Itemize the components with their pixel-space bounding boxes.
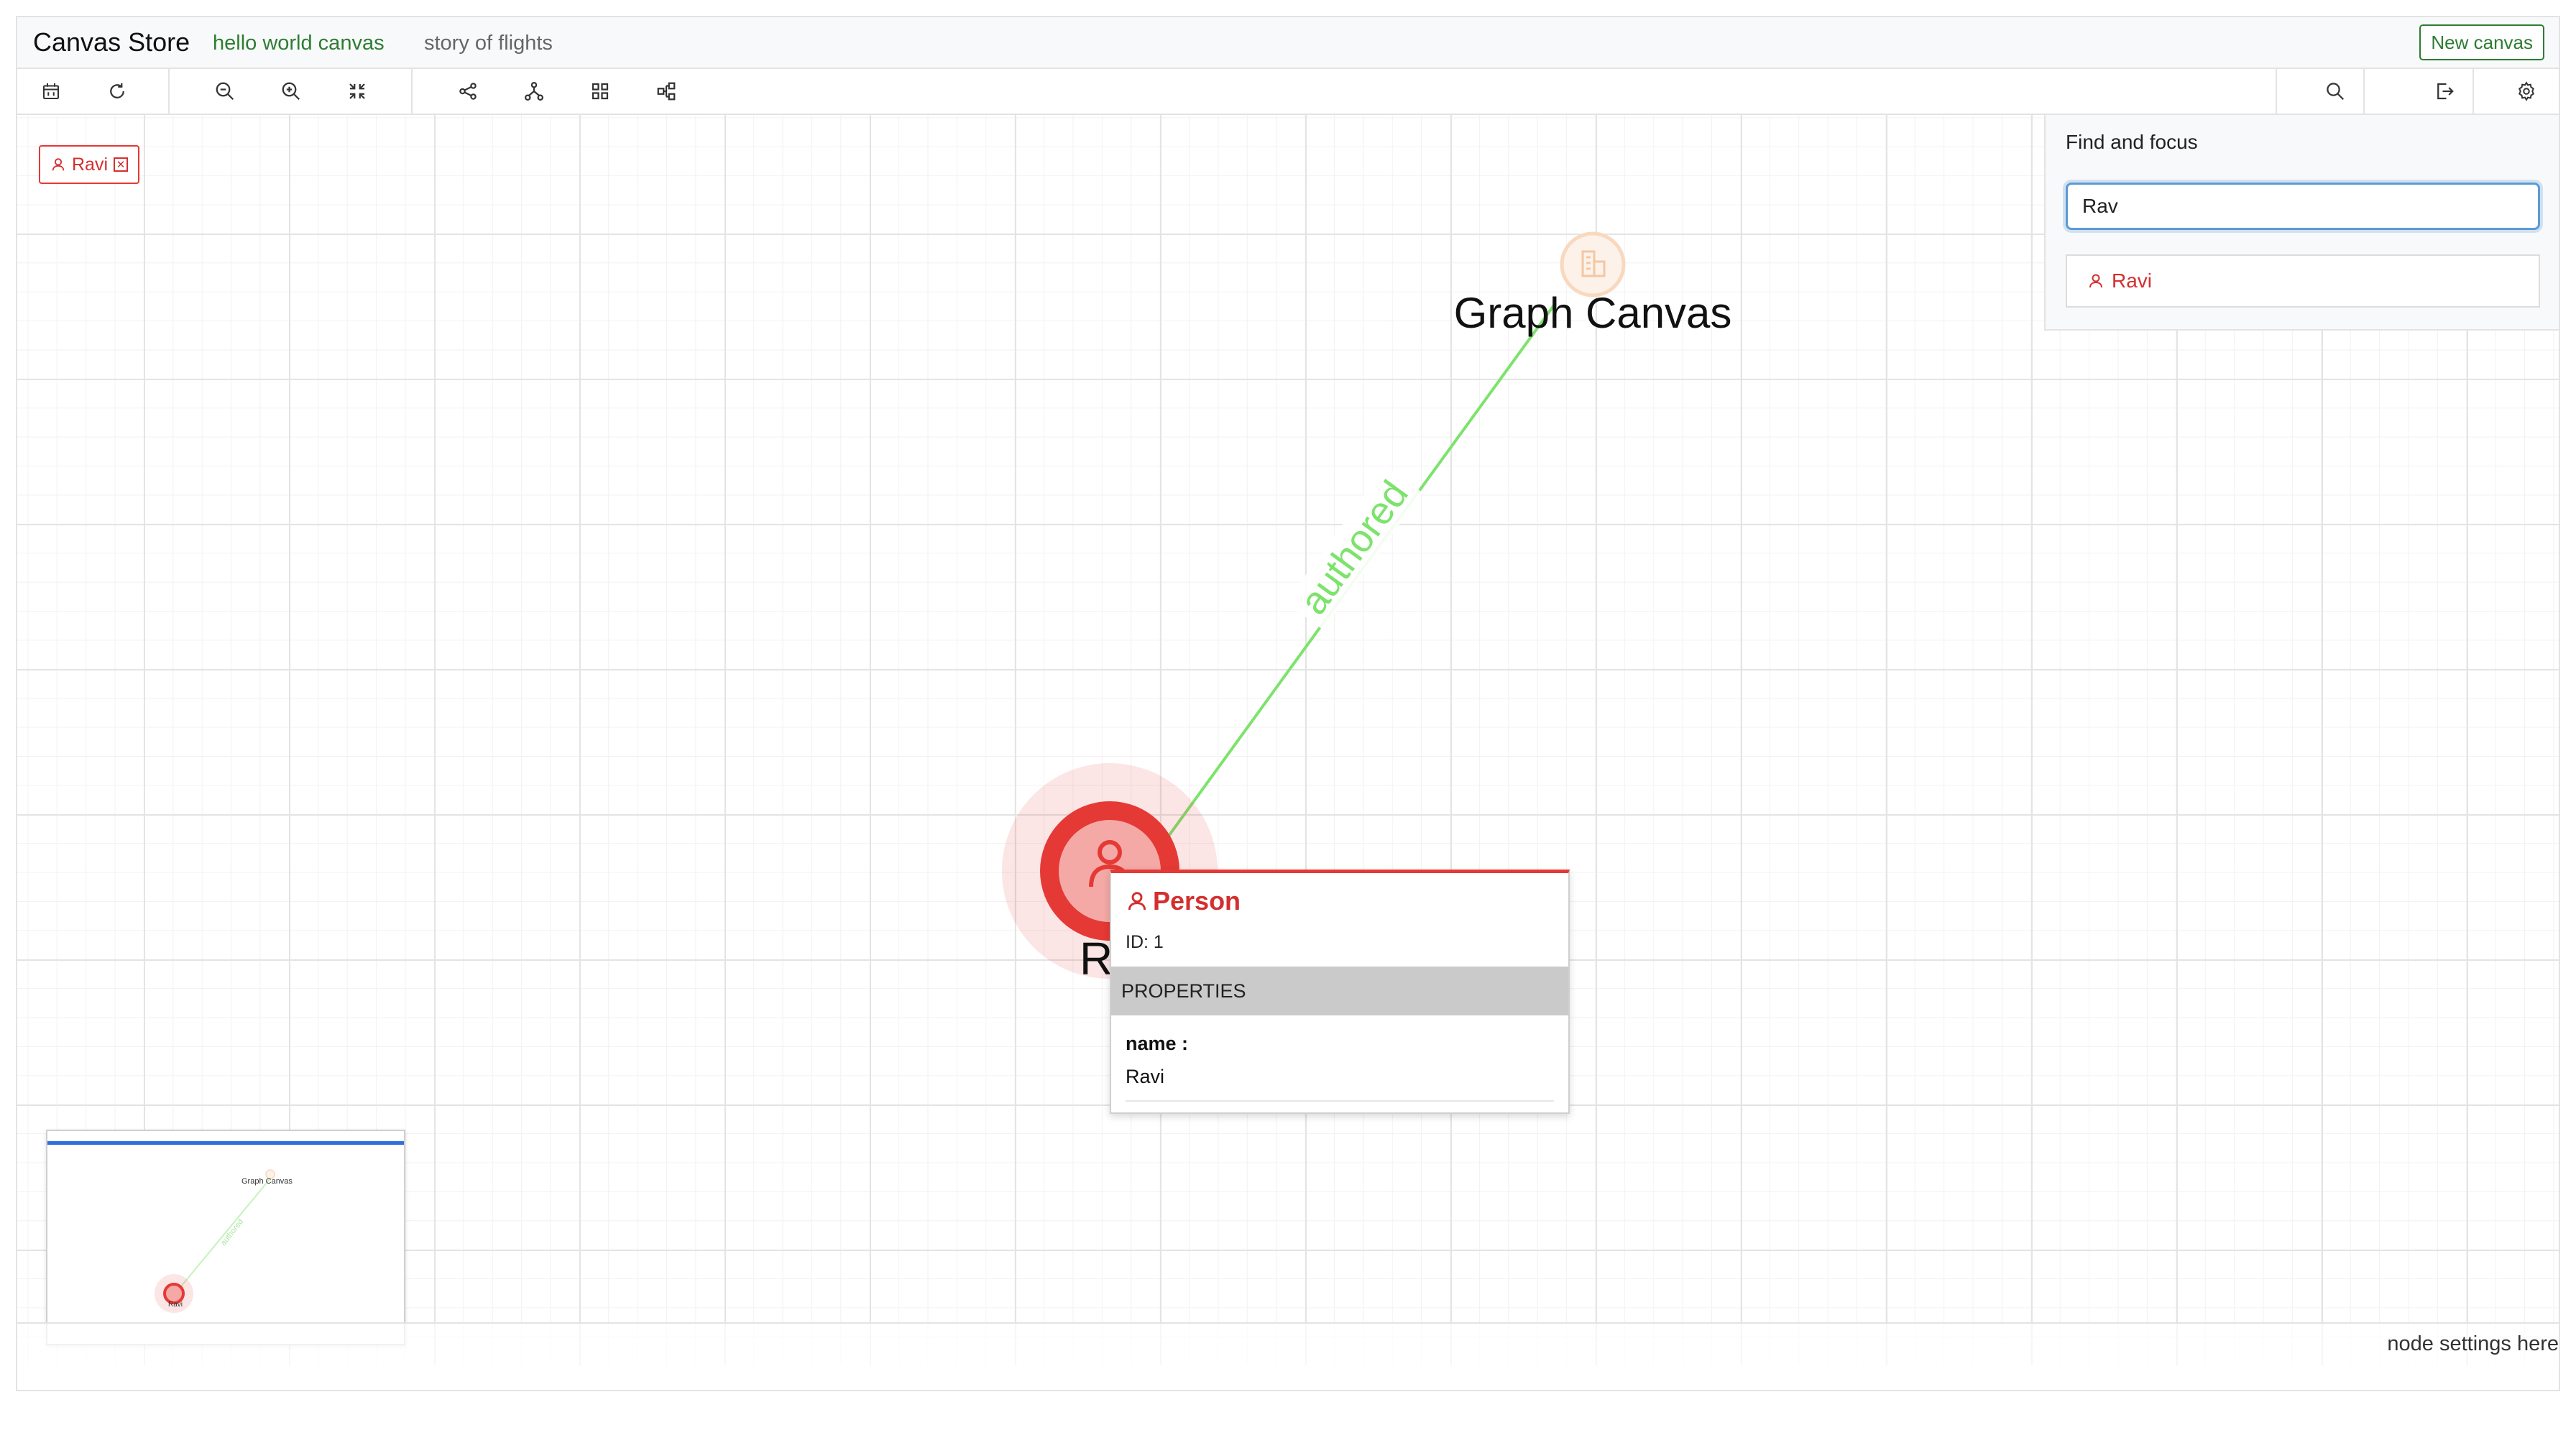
edge-label-authored: authored: [1292, 473, 1417, 622]
calendar-icon[interactable]: [26, 69, 76, 114]
zoom-out-icon[interactable]: [200, 69, 250, 114]
find-input[interactable]: [2066, 183, 2540, 230]
fit-screen-icon[interactable]: [332, 69, 382, 114]
popup-property-value: Ravi: [1126, 1066, 1165, 1087]
new-canvas-button[interactable]: New canvas: [2419, 24, 2544, 60]
node-label-graph-canvas: Graph Canvas: [1454, 289, 1732, 337]
minimap[interactable]: authored Graph Canvas Ravi: [46, 1130, 405, 1345]
graph-canvas[interactable]: authored Graph Canvas Ravi ✕ Find and fo…: [17, 115, 2559, 1365]
minimap-edge-label: authored: [219, 1217, 245, 1248]
node-details-popup: Person ID: 1 PROPERTIES name : Ravi: [1110, 870, 1570, 1114]
app-title: Canvas Store: [33, 27, 190, 57]
popup-property-key: name :: [1126, 1033, 1189, 1054]
toolbar: [17, 69, 2559, 115]
search-icon[interactable]: [2310, 69, 2360, 114]
grid-layout-icon[interactable]: [575, 69, 625, 114]
find-focus-panel: Find and focus Ravi: [2044, 115, 2559, 331]
find-result-item[interactable]: Ravi: [2066, 254, 2540, 308]
tab-hello-world-canvas[interactable]: hello world canvas: [213, 32, 385, 55]
chip-label: Ravi: [72, 154, 109, 175]
hierarchy-icon[interactable]: [509, 69, 559, 114]
person-icon: [52, 158, 65, 171]
share-graph-icon[interactable]: [443, 69, 493, 114]
app-frame: Canvas Store hello world canvas story of…: [16, 16, 2560, 1391]
footer-bar: node settings here: [17, 1322, 2559, 1365]
header-bar: Canvas Store hello world canvas story of…: [17, 17, 2559, 69]
export-icon[interactable]: [2419, 69, 2470, 114]
find-panel-title: Find and focus: [2066, 131, 2198, 153]
person-icon: [1128, 892, 1146, 910]
popup-node-id: ID: 1: [1126, 932, 1164, 952]
popup-type-label: Person: [1153, 886, 1241, 916]
zoom-in-icon[interactable]: [266, 69, 316, 114]
selected-node-chip[interactable]: Ravi ✕: [39, 145, 140, 184]
settings-icon[interactable]: [2501, 69, 2552, 114]
person-icon: [2089, 274, 2102, 288]
flow-layout-icon[interactable]: [641, 69, 691, 114]
minimap-graph: authored: [155, 1169, 275, 1313]
find-result-label: Ravi: [2112, 269, 2153, 292]
popup-type: Person: [1126, 886, 1241, 916]
refresh-icon[interactable]: [92, 69, 142, 114]
footer-status-text: node settings here: [2387, 1332, 2559, 1355]
popup-divider: [1126, 1100, 1554, 1102]
tab-story-of-flights[interactable]: story of flights: [424, 32, 553, 55]
minimap-label-ravi: Ravi: [168, 1301, 183, 1309]
popup-properties-header: PROPERTIES: [1111, 967, 1568, 1015]
chip-close-icon[interactable]: ✕: [114, 157, 129, 172]
minimap-label-graph-canvas: Graph Canvas: [242, 1177, 293, 1186]
node-graph-canvas[interactable]: [1560, 231, 1626, 298]
